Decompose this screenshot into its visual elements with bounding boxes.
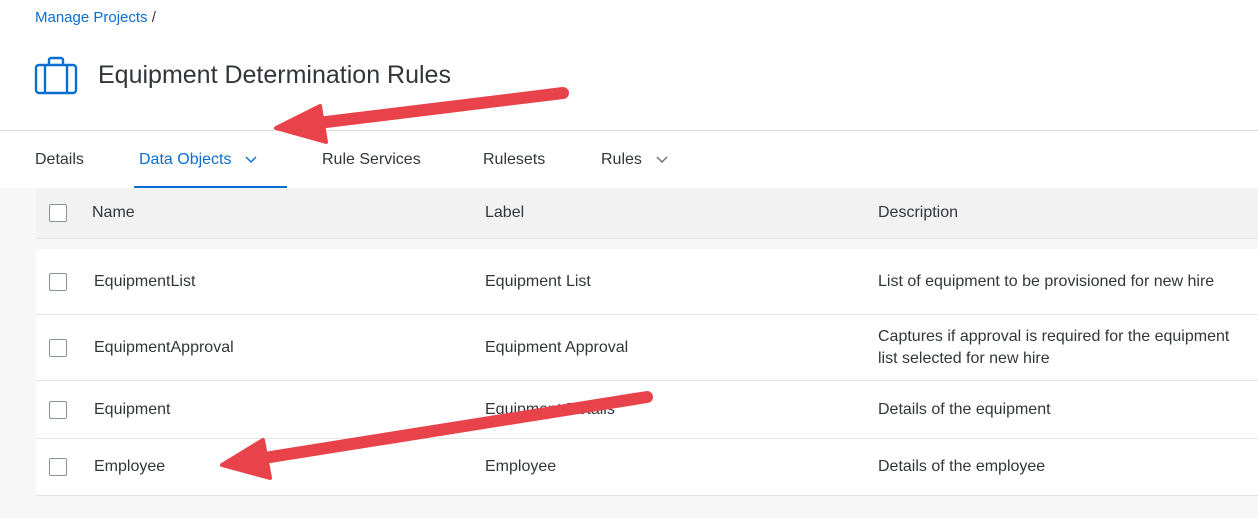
tab-label: Details [35,151,84,168]
tab-bar: Details Data Objects Rule Services Rules… [0,130,1258,189]
breadcrumb-link-manage-projects[interactable]: Manage Projects [35,9,148,26]
tab-rules[interactable]: Rules [601,131,668,189]
tab-rulesets[interactable]: Rulesets [483,131,545,189]
row-description: List of equipment to be provisioned for … [878,272,1215,290]
select-all-cell [49,188,67,238]
column-header-label[interactable]: Label [485,188,524,238]
row-label: Equipment List [485,272,591,290]
table-row[interactable]: Employee Employee Details of the employe… [36,439,1258,496]
row-checkbox[interactable] [49,272,67,291]
row-label: Equipment Details [485,400,615,418]
chevron-down-icon [656,156,668,163]
tab-label: Data Objects [139,151,232,168]
row-select-cell [49,439,67,495]
data-objects-table: Name Label Description EquipmentList Equ… [36,188,1258,496]
column-header-description[interactable]: Description [878,188,1248,238]
breadcrumb-separator: / [151,9,156,26]
row-label: Equipment Approval [485,338,629,356]
breadcrumb: Manage Projects / [35,9,156,26]
row-name: Equipment [94,400,171,418]
table-row[interactable]: EquipmentApproval Equipment Approval Cap… [36,315,1258,381]
table-spacer [36,239,1258,249]
select-all-checkbox[interactable] [49,204,67,222]
tab-details[interactable]: Details [35,131,84,189]
row-name: Employee [94,458,166,475]
table-row[interactable]: Equipment Equipment Details Details of t… [36,381,1258,439]
row-checkbox[interactable] [49,338,67,357]
row-select-cell [49,249,67,314]
row-name: EquipmentList [94,272,196,290]
chevron-down-icon [245,156,257,163]
row-description: Captures if approval is required for the… [878,327,1230,367]
tab-label: Rules [601,151,642,168]
briefcase-icon [34,56,78,95]
tab-label: Rulesets [483,151,546,168]
tab-data-objects[interactable]: Data Objects [134,131,287,189]
row-checkbox[interactable] [49,458,67,476]
column-header-name[interactable]: Name [92,188,135,238]
row-select-cell [49,315,67,380]
table-row[interactable]: EquipmentList Equipment List List of equ… [36,249,1258,315]
row-checkbox[interactable] [49,400,67,419]
page-header: Equipment Determination Rules [34,55,451,95]
tab-label: Rule Services [322,151,421,168]
row-select-cell [49,381,67,438]
row-description: Details of the employee [878,458,1046,475]
row-name: EquipmentApproval [94,338,234,356]
row-description: Details of the equipment [878,400,1051,418]
tab-rule-services[interactable]: Rule Services [322,131,421,189]
page-title: Equipment Determination Rules [98,60,451,89]
row-label: Employee [485,458,557,475]
table-header: Name Label Description [36,188,1258,239]
